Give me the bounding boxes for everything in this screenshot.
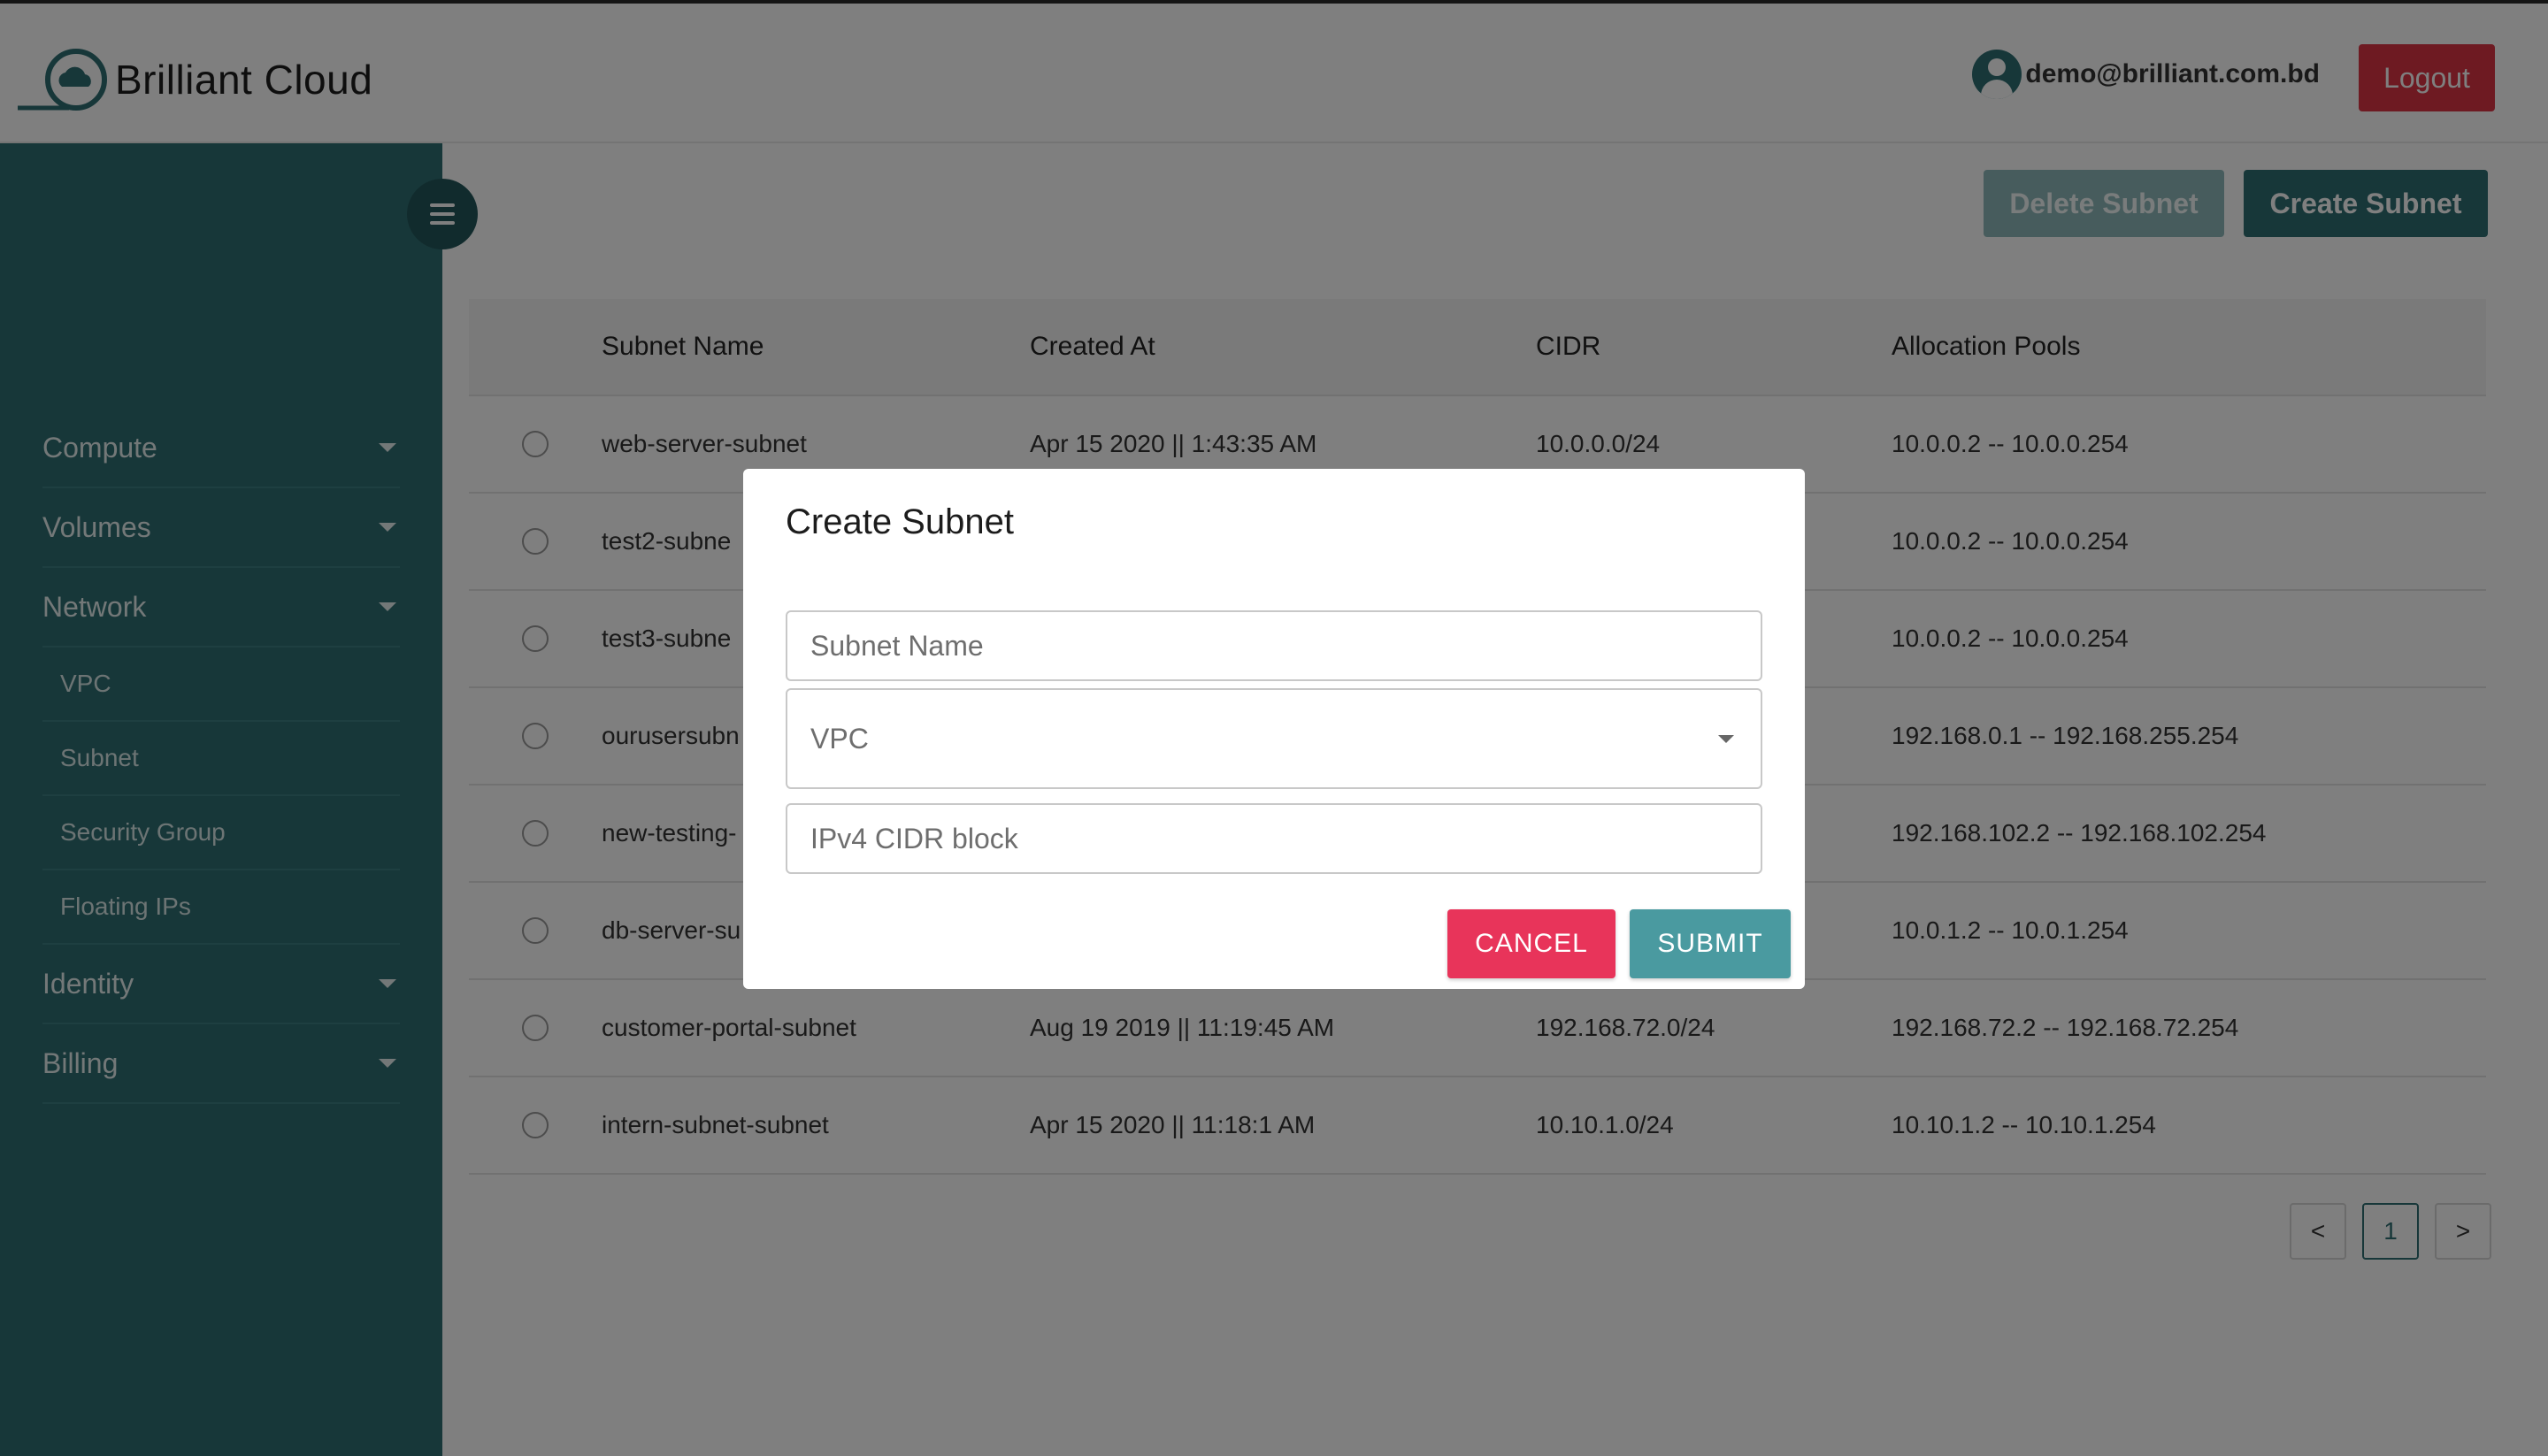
vpc-select[interactable]: VPC	[786, 688, 1762, 789]
submit-button[interactable]: SUBMIT	[1630, 909, 1791, 978]
ipv4-cidr-input[interactable]	[786, 803, 1762, 874]
subnet-name-input[interactable]	[786, 610, 1762, 681]
vpc-select-placeholder: VPC	[810, 722, 869, 755]
modal-title: Create Subnet	[786, 502, 1014, 541]
cancel-button[interactable]: CANCEL	[1447, 909, 1616, 978]
chevron-down-icon	[1718, 734, 1734, 743]
create-subnet-modal: Create Subnet VPC CANCEL SUBMIT	[743, 469, 1805, 989]
